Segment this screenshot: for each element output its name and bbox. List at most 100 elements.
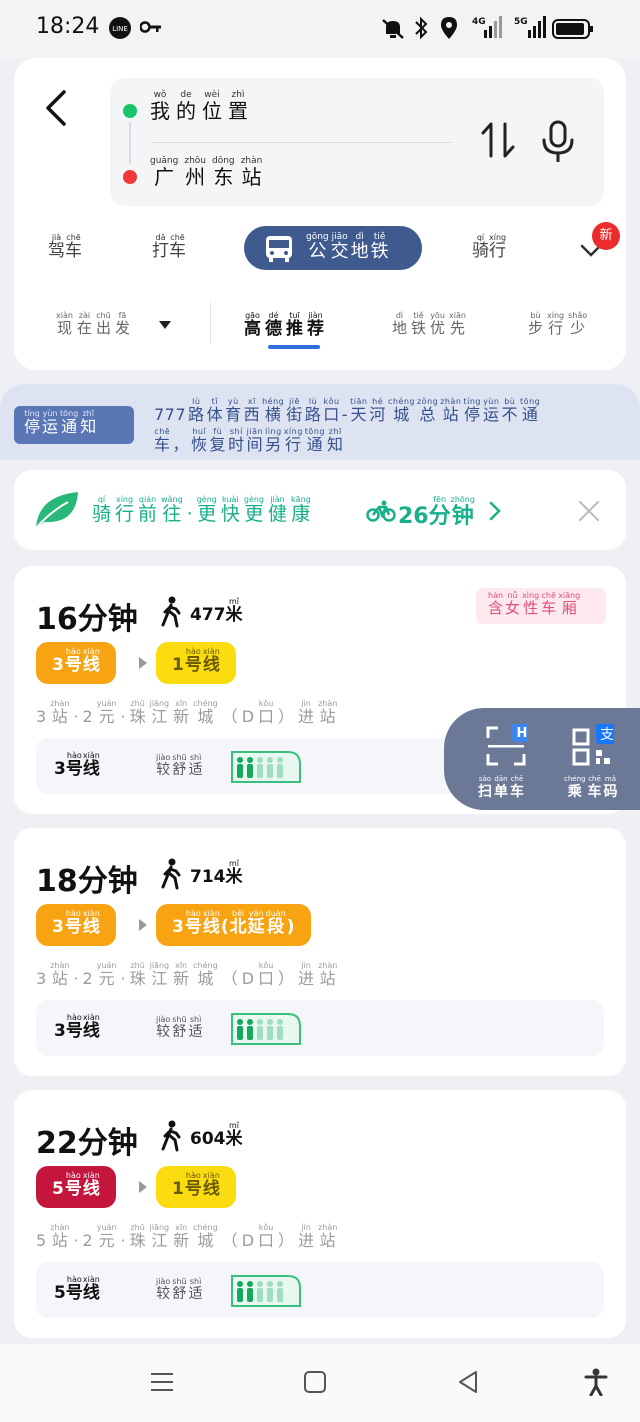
destination-field[interactable]: guǎng 广 zhōu 州 dōng 东 zhàn 站 xyxy=(150,156,262,188)
ruby-char: D xyxy=(242,1222,254,1250)
sort-recommended[interactable]: gāo 高 dé 德 tuī 推 jiàn 荐 xyxy=(244,310,324,339)
hanzi: 发 xyxy=(114,319,130,337)
bike-suggestion-banner[interactable]: qí 骑 xíng 行 qián 前 wǎng 往 · gèng 更 kuài 快 gèng 更 jiàn 健… xyxy=(14,470,626,550)
notice-tag-label: tíng 停 yùn 运 tōng 通 zhī 知 xyxy=(24,408,134,436)
ruby-char: mǎ 码 xyxy=(603,774,617,800)
ruby-char: xiàn 线 xyxy=(83,646,100,675)
ruby-char: xī 西 xyxy=(244,396,261,424)
key-icon xyxy=(140,21,161,33)
ruby-char: tíng 停 xyxy=(463,396,481,424)
ruby-char: hào 号 xyxy=(66,1012,83,1041)
hanzi: 车 xyxy=(510,784,524,800)
accessibility-icon[interactable] xyxy=(584,1368,608,1396)
ruby-char: jiāng 江 xyxy=(150,698,170,726)
hanzi: 3 xyxy=(52,655,64,675)
ruby-char: qí 骑 xyxy=(92,494,111,525)
crowd-info: 3 hào 号 xiàn 线 jiào 较 shū 舒 shì 适 xyxy=(36,1000,604,1056)
route-card[interactable]: 22分钟 604 mǐ 米 5 hào 号 xiàn 线 1 hào 号 xiàn 线 5 zhàn 站… xyxy=(14,1090,626,1338)
hanzi: 477 xyxy=(190,605,226,625)
back-icon[interactable] xyxy=(456,1370,480,1394)
hanzi: 站 xyxy=(319,969,336,988)
ruby-char: xiàn 线 xyxy=(83,908,100,937)
close-icon[interactable] xyxy=(578,500,600,522)
service-notice[interactable]: tíng 停 yùn 运 tōng 通 zhī 知 777 lù 路 tǐ 体 yù 育 xī 西 héng 横 j… xyxy=(0,384,640,460)
ruby-char: xīn 新 xyxy=(173,1222,189,1250)
hanzi: 适 xyxy=(188,1286,203,1302)
crowd-level: jiào 较 shū 舒 shì 适 xyxy=(156,1014,203,1040)
ruby-char: 5 xyxy=(36,1222,46,1250)
crowd-line-label: 5 hào 号 xiàn 线 xyxy=(54,1274,100,1303)
route-card[interactable]: 18分钟 714 mǐ 米 3 hào 号 xiàn 线 3 hào 号 xiàn 线 (běi 北 y… xyxy=(14,828,626,1076)
hanzi: 运 xyxy=(42,417,59,436)
notice-line-1: 777 lù 路 tǐ 体 yù 育 xī 西 héng 横 jiē 街 lù 路 kǒu 口 - tiān 天 hé… xyxy=(154,396,540,424)
scan-bike-icon[interactable]: H xyxy=(484,724,528,768)
sort-less-walking[interactable]: bù 步 xíng 行 shǎo 少 xyxy=(528,310,587,337)
female-carriage-tag: hán 含 nǚ 女 xìng 性 chē 车 xiāng 厢 xyxy=(476,588,606,624)
hanzi: 我 xyxy=(150,99,170,123)
ruby-char: 714 xyxy=(190,858,226,887)
ruby-char: 2 xyxy=(83,1222,93,1250)
home-icon[interactable] xyxy=(303,1370,327,1394)
hanzi: 新 xyxy=(173,707,190,726)
hanzi: 往 xyxy=(162,503,182,525)
ruby-char: kāng 康 xyxy=(291,494,311,525)
hanzi: 号 xyxy=(184,1179,202,1199)
hanzi: 3 xyxy=(52,917,64,937)
hanzi: 快 xyxy=(220,503,240,525)
ruby-char: zhàn 站 xyxy=(318,1222,337,1250)
ruby-char: yùn 运 xyxy=(483,396,500,424)
bicycle-icon xyxy=(366,500,396,522)
caret-down-icon[interactable] xyxy=(158,320,172,330)
ride-code-icon[interactable]: 支 xyxy=(570,724,614,768)
4g-signal-icon: 4G xyxy=(472,16,502,38)
tab-transit[interactable]: gōng 公 jiāo 交 dì 地 tiě 铁 xyxy=(244,226,422,270)
train-crowd-icon xyxy=(231,1275,301,1307)
sort-subway-first[interactable]: dì 地 tiě 铁 yōu 优 xiān 先 xyxy=(392,310,466,337)
ruby-char: xíng 行 xyxy=(547,310,564,337)
microphone-icon[interactable] xyxy=(540,120,576,164)
hanzi: 性 xyxy=(523,599,539,617)
hanzi: 车 xyxy=(587,784,602,800)
swap-icon[interactable] xyxy=(480,120,516,160)
hanzi: 地 xyxy=(392,319,408,337)
hanzi: 单 xyxy=(494,784,508,800)
hanzi: 知 xyxy=(326,434,344,454)
hanzi: 5 xyxy=(52,1179,64,1199)
tab-taxi[interactable]: dǎ 打 chē 车 xyxy=(152,232,186,261)
scan-bike-label[interactable]: sǎo 扫 dān 单 chē 车 xyxy=(478,774,524,800)
route-info: 5 zhàn 站 · 2 yuán 元 · zhū 珠 jiāng 江 xīn 新 chéng 城 （ … xyxy=(36,1222,337,1250)
status-time: 18:24 xyxy=(36,14,100,39)
hanzi: 江 xyxy=(151,707,168,726)
5g-signal-icon: 5G xyxy=(514,16,546,38)
ruby-char: shí 时 xyxy=(228,426,245,454)
tab-bike[interactable]: qí 骑 xíng 行 xyxy=(472,232,506,261)
ruby-char: hào 号 xyxy=(185,908,202,937)
hanzi: 新 xyxy=(173,969,190,988)
ruby-char: wèi 位 xyxy=(202,90,222,122)
origin-field[interactable]: wǒ 我 de 的 wèi 位 zhì 置 xyxy=(150,90,248,122)
ruby-char: yán 延 xyxy=(248,908,265,937)
hanzi: 珠 xyxy=(129,1231,146,1250)
depart-time-filter[interactable]: xiàn 现 zài 在 chū 出 fā 发 xyxy=(56,310,130,337)
ruby-char: jiàn 健 xyxy=(268,494,287,525)
route-input-box: wǒ 我 de 的 wèi 位 zhì 置 guǎng 广 zhōu 州 dōng 东 zhàn 站 xyxy=(110,78,604,206)
hanzi: 站 xyxy=(319,1231,336,1250)
train-crowd-icon xyxy=(231,1013,301,1045)
tab-drive[interactable]: jià 驾 chē 车 xyxy=(48,232,82,261)
hanzi: 3 xyxy=(172,917,184,937)
ruby-char: ( xyxy=(221,908,229,937)
hanzi: 口 xyxy=(258,969,275,988)
ruby-char: zhàn 站 xyxy=(440,396,461,424)
hanzi: 段 xyxy=(267,917,285,937)
ruby-char: （ xyxy=(222,960,238,988)
ruby-char: jiào 较 xyxy=(156,752,170,778)
hanzi: 站 xyxy=(319,707,336,726)
ride-code-label[interactable]: chéng 乘 chē 车 mǎ 码 xyxy=(564,774,617,800)
menu-icon[interactable] xyxy=(150,1370,174,1394)
field-divider xyxy=(152,142,452,143)
hanzi: 扫 xyxy=(478,784,492,800)
hanzi: 路 xyxy=(304,405,322,424)
ruby-char: shì 适 xyxy=(189,1276,203,1302)
back-arrow-icon[interactable] xyxy=(42,88,72,128)
hanzi: 钟 xyxy=(451,504,474,529)
